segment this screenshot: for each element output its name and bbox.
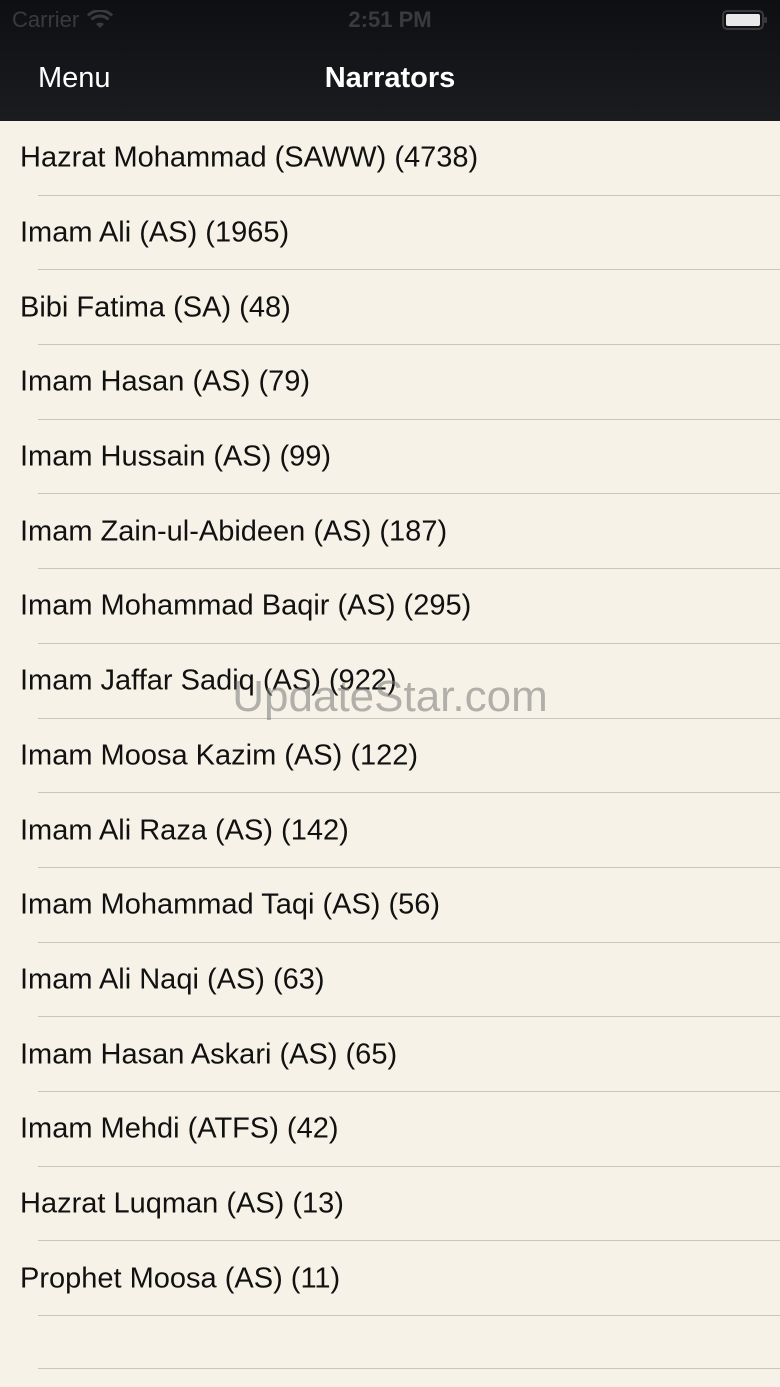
list-item-label: Prophet Moosa (AS) (11) [20, 1262, 341, 1295]
list-item[interactable]: Imam Hussain (AS) (99) [0, 420, 780, 495]
status-time: 2:51 PM [348, 7, 432, 32]
list-item-label: Hazrat Mohammad (SAWW) (4738) [20, 141, 479, 174]
list-item-label: Imam Mohammad Taqi (AS) (56) [20, 888, 441, 921]
status-bar: Carrier 2:51 PM [0, 0, 780, 40]
list-item-label: Imam Moosa Kazim (AS) (122) [20, 739, 419, 772]
list-item-label: Imam Zain-ul-Abideen (AS) (187) [20, 515, 448, 548]
list-item[interactable]: Imam Hasan Askari (AS) (65) [0, 1017, 780, 1092]
list-item[interactable]: Prophet Moosa (AS) (11) [0, 1241, 780, 1316]
list-item-label: Imam Mehdi (ATFS) (42) [20, 1112, 339, 1145]
list-item-label: Imam Ali Raza (AS) (142) [20, 814, 349, 847]
list-item-label: Imam Jaffar Sadiq (AS) (922) [20, 664, 397, 697]
list-item[interactable]: Imam Mohammad Taqi (AS) (56) [0, 868, 780, 943]
list-item[interactable]: Imam Jaffar Sadiq (AS) (922) [0, 644, 780, 719]
top-bar: Carrier 2:51 PM Menu Narrators [0, 0, 780, 121]
narrators-list: Hazrat Mohammad (SAWW) (4738) Imam Ali (… [0, 121, 780, 1369]
list-item[interactable]: Imam Moosa Kazim (AS) (122) [0, 719, 780, 794]
list-item-label: Bibi Fatima (SA) (48) [20, 291, 291, 324]
list-item[interactable]: Bibi Fatima (SA) (48) [0, 270, 780, 345]
list-item-label: Imam Ali Naqi (AS) (63) [20, 963, 325, 996]
list-item[interactable]: Imam Mohammad Baqir (AS) (295) [0, 569, 780, 644]
list-item[interactable]: Hazrat Luqman (AS) (13) [0, 1167, 780, 1242]
page-title: Narrators [324, 62, 456, 94]
list-item[interactable]: Imam Mehdi (ATFS) (42) [0, 1092, 780, 1167]
list-item-label: Imam Hasan Askari (AS) (65) [20, 1038, 398, 1071]
list-item[interactable]: Hazrat Mohammad (SAWW) (4738) [0, 121, 780, 196]
list-item-label: Imam Hasan (AS) (79) [20, 365, 311, 398]
navigation-bar: Menu Narrators [0, 40, 780, 121]
list-item-label: Imam Mohammad Baqir (AS) (295) [20, 589, 472, 622]
list-item-label: Imam Hussain (AS) (99) [20, 440, 332, 473]
list-item[interactable]: Imam Ali (AS) (1965) [0, 196, 780, 271]
battery-icon [722, 10, 767, 30]
list-item-label: Imam Ali (AS) (1965) [20, 216, 290, 249]
list-item[interactable]: Imam Ali Naqi (AS) (63) [0, 943, 780, 1018]
list-item[interactable]: Imam Ali Raza (AS) (142) [0, 793, 780, 868]
empty-list-row [0, 1316, 780, 1369]
list-item[interactable]: Imam Hasan (AS) (79) [0, 345, 780, 420]
list-item-label: Hazrat Luqman (AS) (13) [20, 1187, 344, 1220]
list-item[interactable]: Imam Zain-ul-Abideen (AS) (187) [0, 494, 780, 569]
